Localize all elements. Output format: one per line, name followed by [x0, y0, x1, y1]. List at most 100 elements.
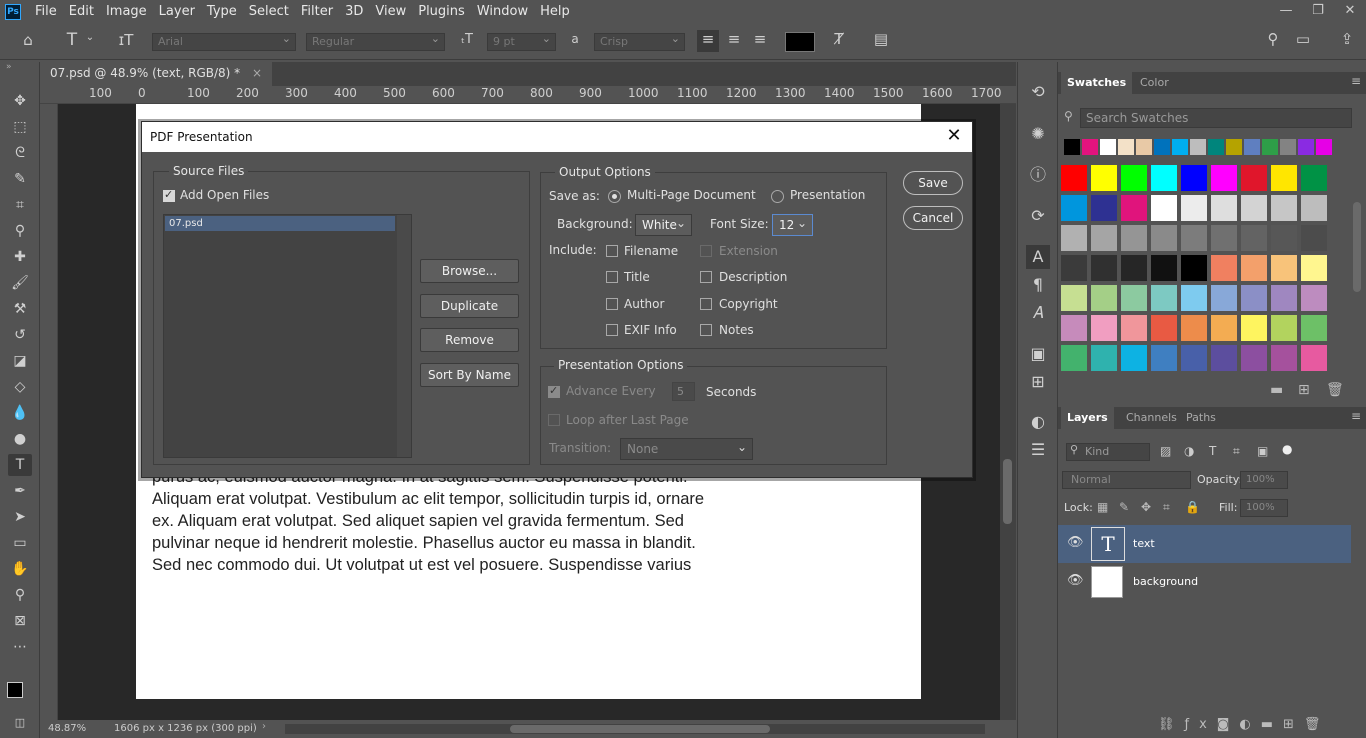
quick-mask-icon[interactable]: ◫ [8, 712, 32, 734]
filename-checkbox[interactable] [606, 245, 618, 257]
menu-edit[interactable]: Edit [63, 0, 100, 24]
swatch[interactable] [1300, 224, 1328, 252]
menu-3d[interactable]: 3D [339, 0, 369, 24]
menu-file[interactable]: File [29, 0, 63, 24]
swatch[interactable] [1060, 284, 1088, 312]
recent-swatch[interactable] [1064, 139, 1080, 155]
file-list-scrollbar[interactable] [397, 215, 411, 457]
author-checkbox[interactable] [606, 298, 618, 310]
clone-stamp-icon[interactable]: ⚒ [8, 298, 32, 320]
lock-position-icon[interactable]: ✥ [1141, 500, 1151, 514]
info-panel-icon[interactable]: ⓘ [1026, 163, 1050, 187]
exif-info-label[interactable]: EXIF Info [624, 323, 677, 337]
font-size-select[interactable]: 9 pt [487, 31, 556, 51]
description-checkbox[interactable] [700, 271, 712, 283]
swatch[interactable] [1150, 194, 1178, 222]
swatch[interactable] [1210, 224, 1238, 252]
font-style-select[interactable]: Regular [306, 31, 445, 51]
swatch[interactable] [1210, 314, 1238, 342]
copyright-label[interactable]: Copyright [719, 297, 778, 311]
swatch[interactable] [1090, 194, 1118, 222]
swatch[interactable] [1090, 284, 1118, 312]
recent-swatch[interactable] [1190, 139, 1206, 155]
paint-bucket-icon[interactable]: ◇ [8, 376, 32, 398]
chevron-down-icon[interactable]: ⌄ [84, 32, 96, 43]
crop-tool-icon[interactable]: ⌗ [8, 194, 32, 216]
glyphs-icon[interactable]: 𝐴 [1026, 301, 1050, 325]
opacity-input[interactable]: 100% [1240, 471, 1288, 489]
tab-swatches[interactable]: Swatches [1061, 72, 1133, 94]
swatch[interactable] [1300, 284, 1328, 312]
swatch[interactable] [1180, 164, 1208, 192]
swatch[interactable] [1240, 254, 1268, 282]
tab-layers[interactable]: Layers [1061, 407, 1114, 429]
character-panel-icon[interactable]: ▤ [870, 30, 892, 48]
title-label[interactable]: Title [624, 270, 650, 284]
swatch[interactable] [1180, 224, 1208, 252]
search-icon[interactable]: ⚲ [1262, 30, 1284, 48]
swatch[interactable] [1300, 194, 1328, 222]
swatch[interactable] [1300, 164, 1328, 192]
swatch[interactable] [1210, 194, 1238, 222]
recent-swatch[interactable] [1154, 139, 1170, 155]
text-layer-content[interactable]: purus ac, euismod auctor magna. In at sa… [152, 466, 792, 576]
search-swatches-input[interactable]: Search Swatches [1080, 108, 1352, 128]
dodge-tool-icon[interactable]: ● [8, 428, 32, 450]
zoom-tool-icon[interactable]: ⚲ [8, 584, 32, 606]
blur-tool-icon[interactable]: 💧 [8, 402, 32, 424]
restore-icon[interactable]: ❐ [1302, 0, 1334, 24]
layer-name[interactable]: background [1133, 575, 1198, 588]
swatch[interactable] [1270, 224, 1298, 252]
zoom-level[interactable]: 48.87% [48, 723, 86, 734]
swatch[interactable] [1270, 194, 1298, 222]
warp-text-icon[interactable]: Ⱦ [828, 30, 850, 48]
visibility-eye-icon[interactable]: 👁 [1067, 573, 1084, 588]
patterns-icon[interactable]: ⊞ [1026, 370, 1050, 394]
character-icon[interactable]: A [1026, 245, 1050, 269]
menu-plugins[interactable]: Plugins [412, 0, 471, 24]
swatch[interactable] [1060, 224, 1088, 252]
lock-transparent-icon[interactable]: ▦ [1097, 500, 1108, 514]
lock-all-icon[interactable]: 🔒 [1185, 500, 1200, 514]
healing-brush-icon[interactable]: ✚ [8, 246, 32, 268]
exif-info-checkbox[interactable] [606, 324, 618, 336]
swatch[interactable] [1270, 164, 1298, 192]
filter-toggle-icon[interactable]: ● [1282, 442, 1292, 456]
antialias-select[interactable]: Crisp [594, 31, 685, 51]
recent-swatch[interactable] [1208, 139, 1224, 155]
eyedropper-tool-icon[interactable]: ⚲ [8, 220, 32, 242]
fill-input[interactable]: 100% [1240, 499, 1288, 517]
font-family-select[interactable]: Arial [152, 31, 296, 51]
gradients-icon[interactable]: ▣ [1026, 342, 1050, 366]
swatch[interactable] [1150, 164, 1178, 192]
horizontal-scrollbar[interactable] [285, 724, 985, 734]
swatch[interactable] [1180, 344, 1208, 372]
lock-artboard-icon[interactable]: ⌗ [1163, 500, 1170, 515]
adjustments-icon[interactable]: ◐ [1026, 410, 1050, 434]
swatch[interactable] [1120, 194, 1148, 222]
swatch[interactable] [1210, 344, 1238, 372]
swatch[interactable] [1270, 254, 1298, 282]
swatch[interactable] [1300, 314, 1328, 342]
multi-page-label[interactable]: Multi-Page Document [627, 188, 756, 202]
menu-window[interactable]: Window [471, 0, 534, 24]
menu-filter[interactable]: Filter [295, 0, 339, 24]
lock-image-icon[interactable]: ✎ [1119, 500, 1129, 514]
close-tab-icon[interactable]: × [252, 66, 262, 80]
new-group-icon[interactable]: ▬ [1270, 382, 1283, 398]
panel-menu-icon[interactable]: ≡ [1351, 74, 1361, 88]
multi-page-radio[interactable] [608, 190, 621, 203]
add-open-files-checkbox[interactable] [163, 188, 175, 202]
swatch[interactable] [1270, 314, 1298, 342]
browse-button[interactable]: Browse... [420, 259, 519, 283]
document-tab[interactable]: 07.psd @ 48.9% (text, RGB/8) * × [40, 62, 273, 86]
recent-swatch[interactable] [1280, 139, 1296, 155]
swatch[interactable] [1300, 344, 1328, 372]
toggle-text-orientation-icon[interactable]: ɪT [114, 31, 138, 49]
duplicate-button[interactable]: Duplicate [420, 294, 519, 318]
swatch[interactable] [1090, 164, 1118, 192]
recent-swatch[interactable] [1136, 139, 1152, 155]
swatch[interactable] [1120, 224, 1148, 252]
swatch[interactable] [1240, 194, 1268, 222]
foreground-color-swatch[interactable] [7, 682, 23, 698]
